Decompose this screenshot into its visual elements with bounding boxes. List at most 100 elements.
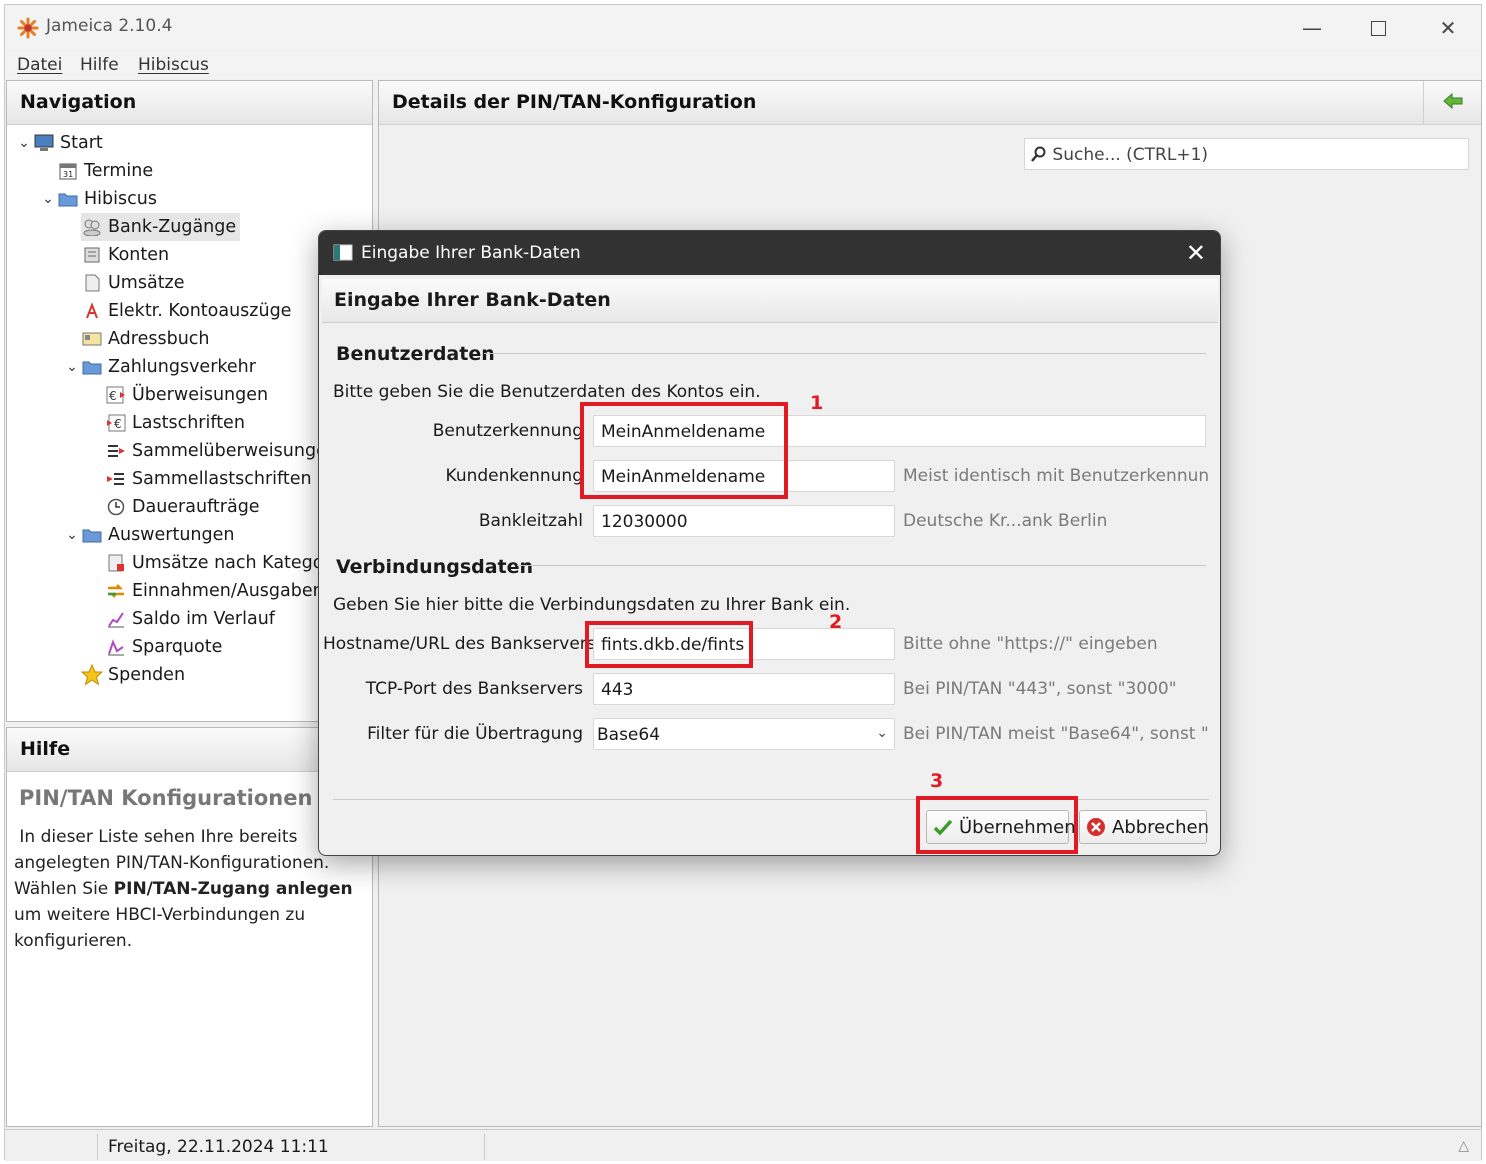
tree-item-bank-zugaenge[interactable]: Bank-Zugänge (81, 213, 241, 241)
tree-item-start[interactable]: ⌄ Start (15, 129, 103, 157)
tree-item-spenden[interactable]: Spenden (81, 661, 185, 689)
clock-icon (105, 496, 127, 518)
tree-item-label: Zahlungsverkehr (108, 357, 256, 377)
tree-item-kontoauszuege[interactable]: Elektr. Kontoauszüge (81, 297, 291, 325)
annotation-number-2: 2 (829, 611, 843, 633)
folder-icon (81, 524, 103, 546)
tree-item-lastschriften[interactable]: € Lastschriften (105, 409, 245, 437)
cancel-icon (1086, 817, 1106, 837)
hint-bankname: Deutsche Kr...ank Berlin (903, 511, 1108, 531)
chevron-down-icon[interactable]: ⌄ (15, 135, 33, 151)
label-hostname: Hostname/URL des Bankservers (323, 634, 596, 654)
chart-icon (105, 636, 127, 658)
search-icon (1031, 146, 1047, 167)
tree-item-auswertungen[interactable]: ⌄ Auswertungen (63, 521, 234, 549)
tree-item-label: Einnahmen/Ausgaben (132, 581, 324, 601)
tree-item-umsaetze[interactable]: Umsätze (81, 269, 185, 297)
section-divider (484, 353, 1206, 354)
label-tcp-port: TCP-Port des Bankservers (365, 679, 583, 699)
resize-grip-icon[interactable]: △ (1458, 1138, 1469, 1154)
star-icon (81, 664, 103, 686)
tree-item-dauerauftraege[interactable]: Daueraufträge (105, 493, 260, 521)
help-heading: PIN/TAN Konfigurationen (19, 786, 313, 810)
tree-item-label: Termine (84, 161, 154, 181)
tree-item-zahlungsverkehr[interactable]: ⌄ Zahlungsverkehr (63, 353, 256, 381)
label-kundenkennung: Kundenkennung (445, 466, 583, 486)
input-bankleitzahl[interactable]: 12030000 (593, 505, 895, 537)
tree-item-termine[interactable]: 31 Termine (39, 157, 153, 185)
tree-item-saldo-verlauf[interactable]: Saldo im Verlauf (105, 605, 275, 633)
tree-item-sammelueberweisungen[interactable]: Sammelüberweisungen (105, 437, 338, 465)
chart-line-icon (105, 608, 127, 630)
tree-item-sammellastschriften[interactable]: Sammellastschriften (105, 465, 312, 493)
tree-item-label: Start (60, 133, 103, 153)
tree-item-label: Überweisungen (132, 385, 269, 405)
jameica-logo-icon (17, 17, 39, 39)
select-filter[interactable]: Base64 ⌄ (593, 718, 895, 750)
menu-datei[interactable]: Datei (17, 55, 62, 75)
menu-hibiscus[interactable]: Hibiscus (138, 55, 209, 75)
tree-item-sparquote[interactable]: Sparquote (105, 633, 222, 661)
dialog-title-bar: Eingabe Ihrer Bank-Daten ✕ (319, 231, 1220, 275)
status-datetime: Freitag, 22.11.2024 11:11 (97, 1134, 483, 1160)
folder-icon (57, 188, 79, 210)
cancel-button[interactable]: Abbrechen (1079, 810, 1210, 844)
dialog-close-button[interactable]: ✕ (1186, 239, 1206, 267)
tree-item-label: Konten (108, 245, 170, 265)
back-button[interactable] (1423, 81, 1481, 125)
hint-kundenkennung: Meist identisch mit Benutzerkennung (903, 466, 1208, 486)
section-divider (517, 565, 1206, 566)
dialog-window-title: Eingabe Ihrer Bank-Daten (361, 243, 581, 263)
arrows-icon (105, 580, 127, 602)
main-title: Details der PIN/TAN-Konfiguration (379, 81, 1481, 125)
chevron-down-icon[interactable]: ⌄ (63, 359, 81, 375)
annotation-number-1: 1 (810, 392, 824, 414)
help-text-part: um weitere HBCI-Verbindungen zu konfigur… (14, 905, 306, 951)
list-in-icon (105, 468, 127, 490)
tree-item-label: Spenden (108, 665, 186, 685)
input-tcp-port[interactable]: 443 (593, 673, 895, 705)
tree-item-adressbuch[interactable]: Adressbuch (81, 325, 210, 353)
chevron-down-icon[interactable]: ⌄ (63, 527, 81, 543)
menu-hilfe[interactable]: Hilfe (80, 55, 119, 75)
tree-item-hibiscus[interactable]: ⌄ Hibiscus (39, 185, 157, 213)
dialog-heading: Eingabe Ihrer Bank-Daten (322, 279, 1218, 323)
annotation-number-3: 3 (930, 770, 944, 792)
list-out-icon (105, 440, 127, 462)
navigation-title: Navigation (7, 81, 372, 125)
maximize-button[interactable] (1348, 11, 1408, 45)
tree-item-ueberweisungen[interactable]: € Überweisungen (105, 381, 268, 409)
tree-item-einnahmen-ausgaben[interactable]: Einnahmen/Ausgaben (105, 577, 324, 605)
close-icon: ✕ (1439, 16, 1457, 40)
close-window-button[interactable]: ✕ (1418, 11, 1478, 45)
tree-item-konten[interactable]: Konten (81, 241, 169, 269)
help-link-pintan: PIN/TAN-Zugang anlegen (113, 879, 353, 899)
tree-item-label: Sammelüberweisungen (132, 441, 338, 461)
tree-item-label: Lastschriften (132, 413, 245, 433)
tree-item-label: Adressbuch (108, 329, 210, 349)
annotation-box-1 (580, 402, 788, 499)
svg-text:31: 31 (63, 170, 73, 179)
tree-item-label: Elektr. Kontoauszüge (108, 301, 292, 321)
hint-hostname: Bitte ohne "https://" eingeben (903, 634, 1158, 654)
tree-item-label: Sammellastschriften (132, 469, 312, 489)
search-input[interactable]: Suche... (CTRL+1) (1024, 138, 1469, 170)
search-placeholder: Suche... (CTRL+1) (1052, 145, 1209, 165)
tree-item-label: Hibiscus (84, 189, 157, 209)
minimize-icon: — (1302, 16, 1322, 40)
annotation-box-2 (585, 621, 753, 668)
section-title-benutzerdaten: Benutzerdaten (336, 343, 495, 365)
euro-out-icon: € (105, 384, 127, 406)
title-bar: Jameica 2.10.4 — ✕ (5, 5, 1481, 49)
label-filter: Filter für die Übertragung (367, 724, 583, 744)
chevron-down-icon[interactable]: ⌄ (39, 191, 57, 207)
cancel-button-label: Abbrechen (1112, 816, 1210, 838)
maximize-icon (1370, 20, 1386, 36)
section-desc-verbindungsdaten: Geben Sie hier bitte die Verbindungsdate… (333, 595, 851, 615)
help-text: In dieser Liste sehen Ihre bereits angel… (14, 824, 356, 954)
tree-item-label: Daueraufträge (132, 497, 260, 517)
back-arrow-icon (1442, 92, 1464, 115)
tree-item-label: Auswertungen (108, 525, 235, 545)
minimize-button[interactable]: — (1282, 11, 1342, 45)
chevron-down-icon: ⌄ (876, 725, 888, 741)
